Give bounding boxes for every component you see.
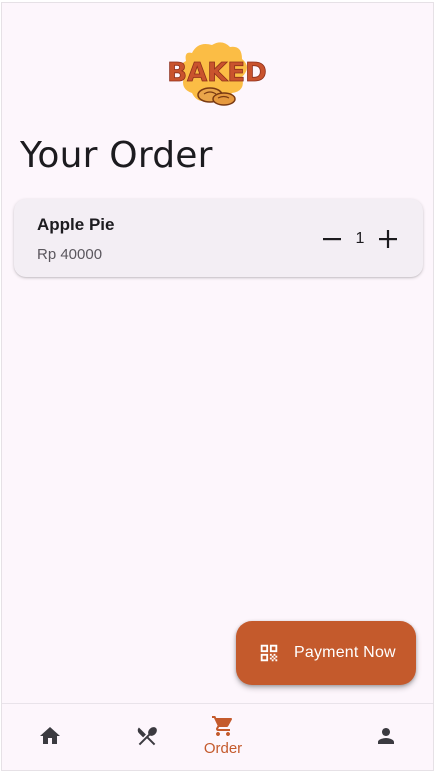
plus-icon	[379, 230, 397, 248]
qr-code-icon	[260, 644, 278, 662]
payment-now-label: Payment Now	[294, 644, 396, 661]
minus-icon	[323, 238, 341, 241]
person-icon	[378, 728, 394, 744]
svg-text:BAKED: BAKED	[167, 58, 266, 88]
brand-logo: BAKED	[162, 39, 272, 109]
decrement-button[interactable]	[321, 228, 343, 250]
quantity-value: 1	[355, 230, 365, 247]
order-item-card: Apple Pie Rp 40000 1	[14, 199, 423, 277]
nav-item-order[interactable]: Order	[178, 704, 268, 770]
bottom-navigation: Order	[2, 703, 433, 770]
quantity-stepper: 1	[321, 227, 399, 251]
item-price: Rp 40000	[37, 246, 103, 263]
nav-label-order: Order	[203, 740, 243, 757]
home-icon	[40, 727, 60, 744]
baked-logo-icon: BAKED	[167, 42, 267, 106]
increment-button[interactable]	[377, 228, 399, 250]
app-screen: BAKED Your Order Apple Pie Rp 40000 1 Pa…	[1, 2, 434, 771]
page-title: Your Order	[20, 135, 213, 176]
item-name: Apple Pie	[37, 215, 115, 234]
nav-item-profile[interactable]	[341, 704, 431, 770]
utensils-icon	[137, 727, 157, 746]
cart-icon	[212, 716, 233, 736]
nav-item-home[interactable]	[5, 704, 95, 770]
payment-now-button[interactable]: Payment Now	[236, 621, 416, 685]
